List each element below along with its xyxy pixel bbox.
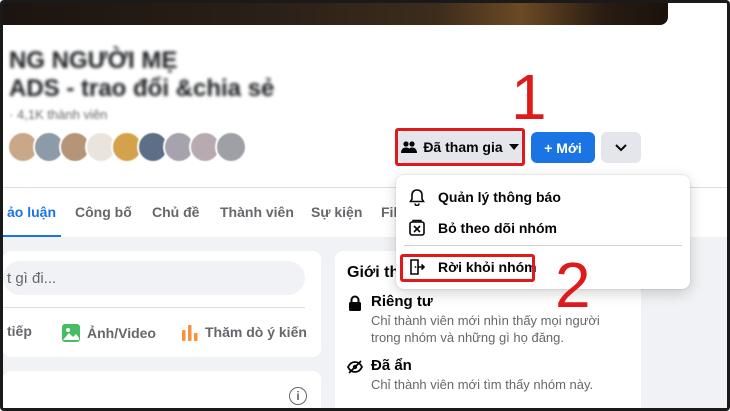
group-title-line1: NG NGƯỜI MẸ [9,47,178,74]
menu-item-manage-notifications[interactable]: Quản lý thông báo [396,182,690,212]
menu-item-unfollow-group[interactable]: Bỏ theo dõi nhóm [396,213,690,243]
tab-announcements[interactable]: Công bố [75,204,132,220]
screenshot-frame: NG NGƯỜI MẸ ADS - trao đổi &chia sẻ · 4,… [0,0,730,411]
menu-item-label: Rời khỏi nhóm [438,259,537,275]
cover-photo [3,3,668,25]
menu-item-label: Bỏ theo dõi nhóm [438,220,557,236]
new-label: + Mới [544,139,582,156]
menu-item-label: Quản lý thông báo [438,189,561,205]
lock-icon [349,295,361,311]
annotation-number-step1: 1 [511,61,547,133]
composer-action-label: tiếp [7,323,32,339]
leave-group-icon [410,259,426,275]
tab-files[interactable]: Fil [381,204,397,220]
photo-video-button[interactable]: Ảnh/Video [61,323,156,343]
composer-divider [3,307,305,308]
menu-divider [404,245,682,246]
tab-discussion[interactable]: ảo luận [7,204,56,220]
avatar[interactable] [215,131,247,163]
joined-label: Đã tham gia [423,139,503,155]
new-post-button[interactable]: + Mới [531,132,595,163]
tab-events[interactable]: Sự kiện [311,204,362,220]
people-icon [401,141,418,153]
group-title-line2: ADS - trao đổi &chia sẻ [9,75,275,102]
eye-hidden-icon [347,360,363,374]
bell-icon [409,189,425,206]
post-composer: t gì đi... tiếp Ảnh/Video Thăm dò ý kiến [3,251,321,357]
hidden-description: Chỉ thành viên mới tìm thấy nhóm này. [371,377,594,392]
hidden-title: Đã ẩn [371,357,412,374]
joined-button[interactable]: Đã tham gia [398,131,522,163]
info-icon[interactable]: i [289,387,307,405]
joined-dropdown-menu: Quản lý thông báo Bỏ theo dõi nhóm Rời k… [396,175,690,289]
composer-action-label: Ảnh/Video [87,325,156,341]
unfollow-icon [409,219,425,236]
composer-action-label: Thăm dò ý kiến [205,324,307,340]
poll-icon [182,325,198,341]
composer-action-live[interactable]: tiếp [7,323,32,339]
tab-members[interactable]: Thành viên [220,204,294,220]
menu-item-leave-group[interactable]: Rời khỏi nhóm [396,252,690,282]
annotation-number-step2: 2 [555,249,591,321]
caret-down-icon [508,144,519,150]
tab-topics[interactable]: Chủ đề [152,204,199,220]
chevron-down-icon [615,143,627,151]
photo-icon [62,324,80,342]
more-options-button[interactable] [601,132,641,163]
privacy-title: Riêng tư [371,293,433,310]
composer-input[interactable]: t gì đi... [3,261,305,295]
secondary-card [3,371,321,408]
group-member-count: · 4,1K thành viên [9,107,108,122]
poll-button[interactable]: Thăm dò ý kiến [181,323,307,341]
